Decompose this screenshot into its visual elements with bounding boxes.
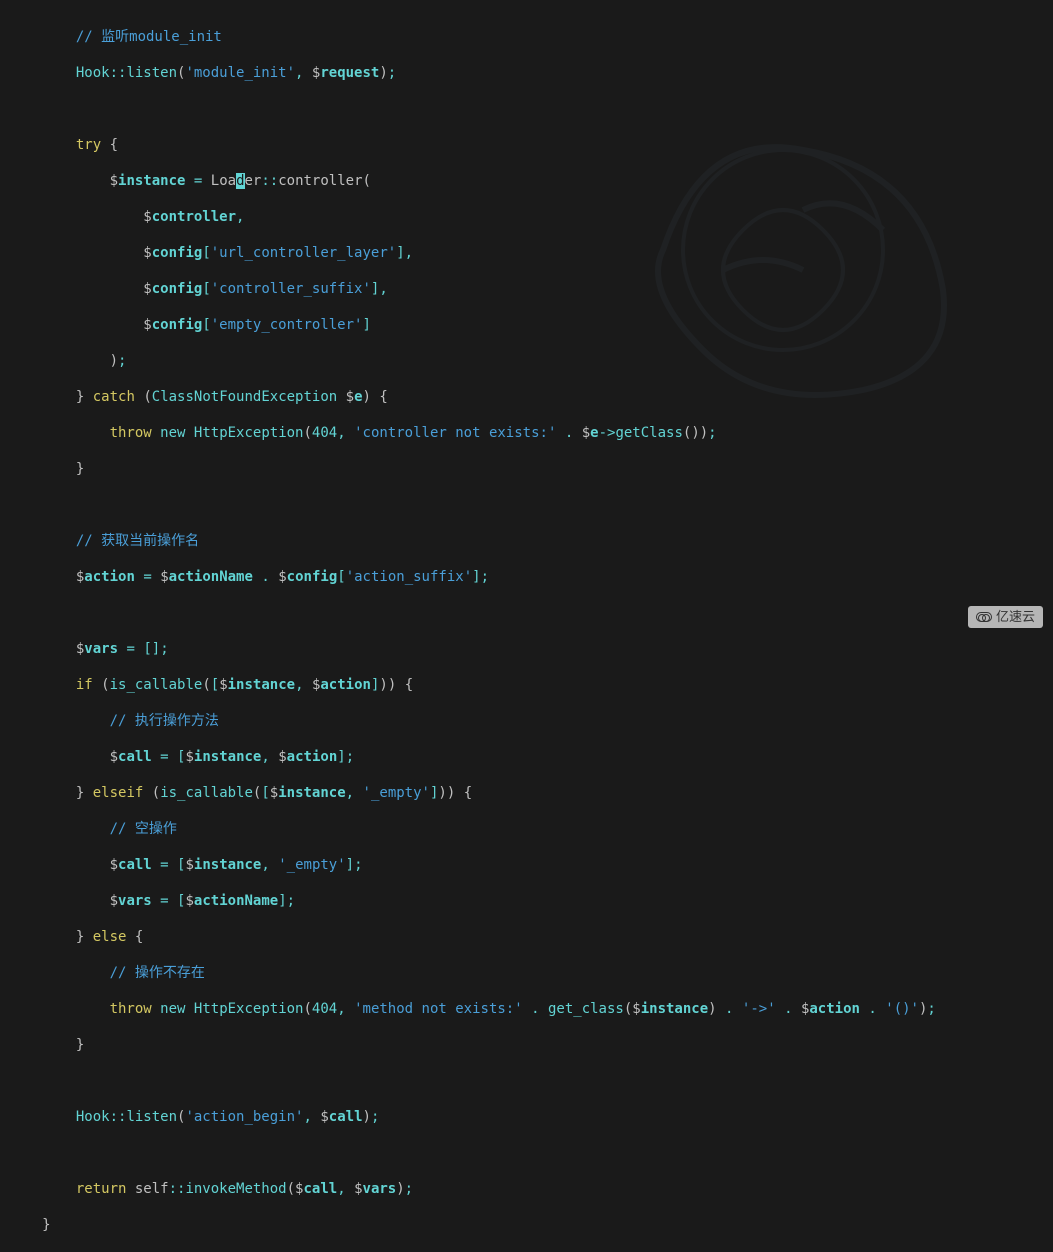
code-line: $action = $actionName . $config['action_… xyxy=(0,568,1053,586)
code-line: Hook::listen('module_init', $request); xyxy=(0,64,1053,82)
code-line: } elseif (is_callable([$instance, '_empt… xyxy=(0,784,1053,802)
code-line: throw new HttpException(404, 'controller… xyxy=(0,424,1053,442)
code-line: throw new HttpException(404, 'method not… xyxy=(0,1000,1053,1018)
code-line: $config['controller_suffix'], xyxy=(0,280,1053,298)
watermark-text: 亿速云 xyxy=(996,608,1035,626)
cursor: d xyxy=(236,173,244,189)
code-line: $controller, xyxy=(0,208,1053,226)
watermark-badge: 亿速云 xyxy=(968,606,1043,628)
code-line: } else { xyxy=(0,928,1053,946)
code-line: } xyxy=(0,1216,1053,1234)
code-editor[interactable]: // 监听module_init Hook::listen('module_in… xyxy=(0,0,1053,1252)
code-line: // 空操作 xyxy=(0,820,1053,838)
code-line: return self::invokeMethod($call, $vars); xyxy=(0,1180,1053,1198)
code-line: if (is_callable([$instance, $action])) { xyxy=(0,676,1053,694)
code-line: // 获取当前操作名 xyxy=(0,532,1053,550)
code-line: } catch (ClassNotFoundException $e) { xyxy=(0,388,1053,406)
code-line: $instance = Loader::controller( xyxy=(0,172,1053,190)
code-line: $call = [$instance, '_empty']; xyxy=(0,856,1053,874)
code-line: // 执行操作方法 xyxy=(0,712,1053,730)
code-line: $config['url_controller_layer'], xyxy=(0,244,1053,262)
code-line: ); xyxy=(0,352,1053,370)
code-line: $vars = []; xyxy=(0,640,1053,658)
code-line: // 监听module_init xyxy=(0,28,1053,46)
code-line: } xyxy=(0,460,1053,478)
cloud-icon xyxy=(976,612,992,622)
code-line: Hook::listen('action_begin', $call); xyxy=(0,1108,1053,1126)
code-line: $vars = [$actionName]; xyxy=(0,892,1053,910)
code-line: } xyxy=(0,1036,1053,1054)
code-line: try { xyxy=(0,136,1053,154)
code-line: $call = [$instance, $action]; xyxy=(0,748,1053,766)
code-line: // 操作不存在 xyxy=(0,964,1053,982)
code-line: $config['empty_controller'] xyxy=(0,316,1053,334)
